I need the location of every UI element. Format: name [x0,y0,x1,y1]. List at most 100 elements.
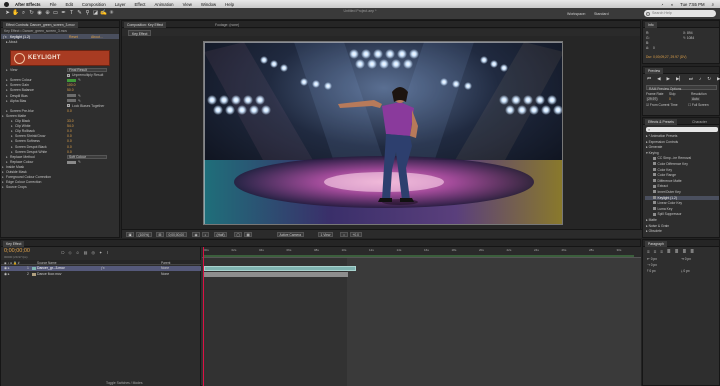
tab-preview[interactable]: Preview [645,68,664,74]
param-row-alpha-bias[interactable]: Alpha Bias ✎ ▸ [1,99,119,104]
param-row-screen-despot-black[interactable]: Screen Despot Black 0.0 ▸ [1,145,119,150]
last-frame-icon[interactable]: ⏭ [689,76,693,82]
exposure-icon[interactable]: ☼ [340,232,349,237]
param-row-screen-pre-blur[interactable]: Screen Pre-blur 0.0 ▸ [1,109,119,114]
param-row-replace-method[interactable]: Replace Method Soft Colour ▸ [1,155,119,160]
effect-item-difference-matte[interactable]: Difference Matte [645,179,719,183]
wifi-icon[interactable]: ◔ [661,2,664,7]
effect-header-row[interactable]: ƒx Keylight (1.2) Reset About... [1,34,119,39]
twirl-icon[interactable]: ▸ [6,88,8,93]
play-icon[interactable]: ▶ [667,76,670,82]
color-swatch[interactable] [67,160,76,164]
tab-footage[interactable]: Footage: (none) [212,22,242,28]
region-of-interest-icon[interactable]: ▢ [234,232,243,237]
param-row-clip-white[interactable]: Clip White 54.0 ▸ [1,124,119,129]
effect-item-color-key[interactable]: Color Key [645,168,719,172]
justify-right-icon[interactable]: ≣ [682,249,686,255]
brush-tool-icon[interactable]: ✎ [76,10,83,17]
param-dropdown[interactable]: Soft Colour [67,154,107,159]
timeline-timecode[interactable]: 0;00;00;00 [4,248,30,254]
snapshot-icon[interactable]: ◉ [192,232,200,237]
layer-2-name[interactable]: Dance floor.mov [37,272,62,277]
effect-item-color-range[interactable]: Color Range [645,173,719,177]
effect-item-linear-color-key[interactable]: Linear Color Key [645,201,719,205]
timeline-track-area[interactable]: 00s 02s 04s 06s 08s 10s 12s 14s 16s 18s 20s 22s 24s 2… [202,247,641,386]
comp-mini-flowchart-icon[interactable]: ⎔ [61,250,65,255]
effect-item-color-difference-key[interactable]: Color Difference Key [645,162,719,166]
align-right-icon[interactable]: ≡ [660,249,663,255]
type-tool-icon[interactable]: T [68,10,75,17]
twirl-icon[interactable]: ▸ [6,68,8,73]
menu-effect[interactable]: Effect [135,2,146,7]
indent-first-field[interactable]: ⇢ 0 px [647,263,657,267]
hand-tool-icon[interactable]: ✋ [12,10,19,17]
audio-icon[interactable]: ♪ [699,76,701,82]
roto-brush-tool-icon[interactable]: ✍ [100,10,107,17]
param-row-screen-balance[interactable]: Screen Balance 50.0 ▸ [1,88,119,93]
twirl-icon[interactable]: ▸ [6,160,8,165]
eyedropper-icon[interactable]: ✎ [78,160,81,165]
next-frame-icon[interactable]: ▶▏ [676,76,683,82]
twirl-icon[interactable]: ▸ [2,170,4,175]
menu-after-effects[interactable]: After Effects [15,2,41,7]
justify-left-icon[interactable]: ≣ [667,249,671,255]
exposure-value[interactable]: +0.0 [350,232,362,237]
effect-about-link[interactable]: About... [91,35,103,39]
twirl-icon[interactable]: ▸ [11,150,13,155]
twirl-icon[interactable]: ▸ [6,94,8,99]
effect-item-cc-simp-ire-removal[interactable]: CC Simp...ire Removal [645,156,719,160]
twirl-icon[interactable]: ▸ [6,109,8,114]
camera-view-dropdown[interactable]: Active Camera [277,232,304,237]
twirl-icon[interactable]: ▸ [6,83,8,88]
time-ruler[interactable]: 00s 02s 04s 06s 08s 10s 12s 14s 16s 18s 20s 22s 24s 2… [202,247,641,258]
tab-effects-presets[interactable]: Effects & Presets [645,119,677,125]
indent-right-field[interactable]: ⇥ 0 px [681,257,691,261]
current-time-indicator[interactable] [203,247,204,386]
work-area-bar[interactable] [204,255,634,257]
zoom-tool-icon[interactable]: ⌕ [20,10,27,17]
menubar-clock[interactable]: Tue 7:55 PM [680,2,704,7]
effect-item-keylight-1-2[interactable]: Keylight (1.2) [645,195,719,200]
color-swatch[interactable] [67,94,76,98]
effect-item-noise-grain[interactable]: ▸ Noise & Grain [645,224,719,228]
align-left-icon[interactable]: ≡ [647,249,650,255]
space-before-field[interactable]: ⤒ 0 px [647,269,656,273]
motion-blur-icon[interactable]: ◎ [91,250,95,255]
effect-item-spill-suppressor[interactable]: Spill Suppressor [645,212,719,216]
magnification-dropdown[interactable]: (100%) [136,232,152,237]
menu-view[interactable]: View [183,2,192,7]
search-help-field[interactable]: Search Help [644,10,716,17]
param-row-replace-colour[interactable]: Replace Colour ✎ ▸ [1,160,119,165]
spotlight-icon[interactable]: ⌕ [712,2,714,7]
param-row-outside-mask[interactable]: Outside Mask ▸ [1,170,119,175]
effect-item-luma-key[interactable]: Luma Key [645,207,719,211]
param-value[interactable]: 0.0 [67,109,72,114]
indent-left-field[interactable]: ⇤ 0 px [647,257,657,261]
layer-2-switches[interactable]: ◉ ▸ [4,272,10,277]
column-parent[interactable]: Parent [161,261,170,265]
twirl-icon[interactable]: ▸ [11,124,13,129]
twirl-icon[interactable]: ▸ [11,145,13,150]
param-row-clip-black[interactable]: Clip Black 33.0 ▸ [1,119,119,124]
menu-composition[interactable]: Composition [82,2,106,7]
param-row-unpremultiply-result[interactable]: Unpremultiply Result [1,73,119,78]
effect-item-matte[interactable]: ▸ Matte [645,218,719,222]
param-row-lock-biases-together[interactable]: Lock Biases Together [1,104,119,109]
frame-rate-dropdown[interactable]: (29.97) [646,97,659,101]
draft-3d-icon[interactable]: ◇ [69,250,72,255]
param-row-foreground-colour-correction[interactable]: Foreground Colour Correction ▸ [1,175,119,180]
effect-name[interactable]: Keylight (1.2) [10,35,30,39]
param-checkbox[interactable] [67,104,70,108]
resolution-dropdown[interactable]: (Half) [214,232,228,237]
menu-layer[interactable]: Layer [115,2,126,7]
param-checkbox[interactable] [67,73,70,77]
show-channel-icon[interactable]: ◐ [202,232,209,237]
skip-value[interactable]: 0 [669,97,671,101]
param-value[interactable]: 0.0 [67,129,72,134]
param-row-screen-colour[interactable]: Screen Colour ✎ ▸ [1,78,119,83]
effect-item-animation-presets[interactable]: ▸ * Animation Presets [645,134,719,138]
param-row-view[interactable]: View Final Result ▸ [1,68,119,73]
layer-row-1[interactable]: ◉ ▸ 1 Dancer_gr...3.mov ƒx None [1,266,201,271]
eraser-tool-icon[interactable]: ◪ [92,10,99,17]
param-value[interactable]: 0.0 [67,145,72,150]
